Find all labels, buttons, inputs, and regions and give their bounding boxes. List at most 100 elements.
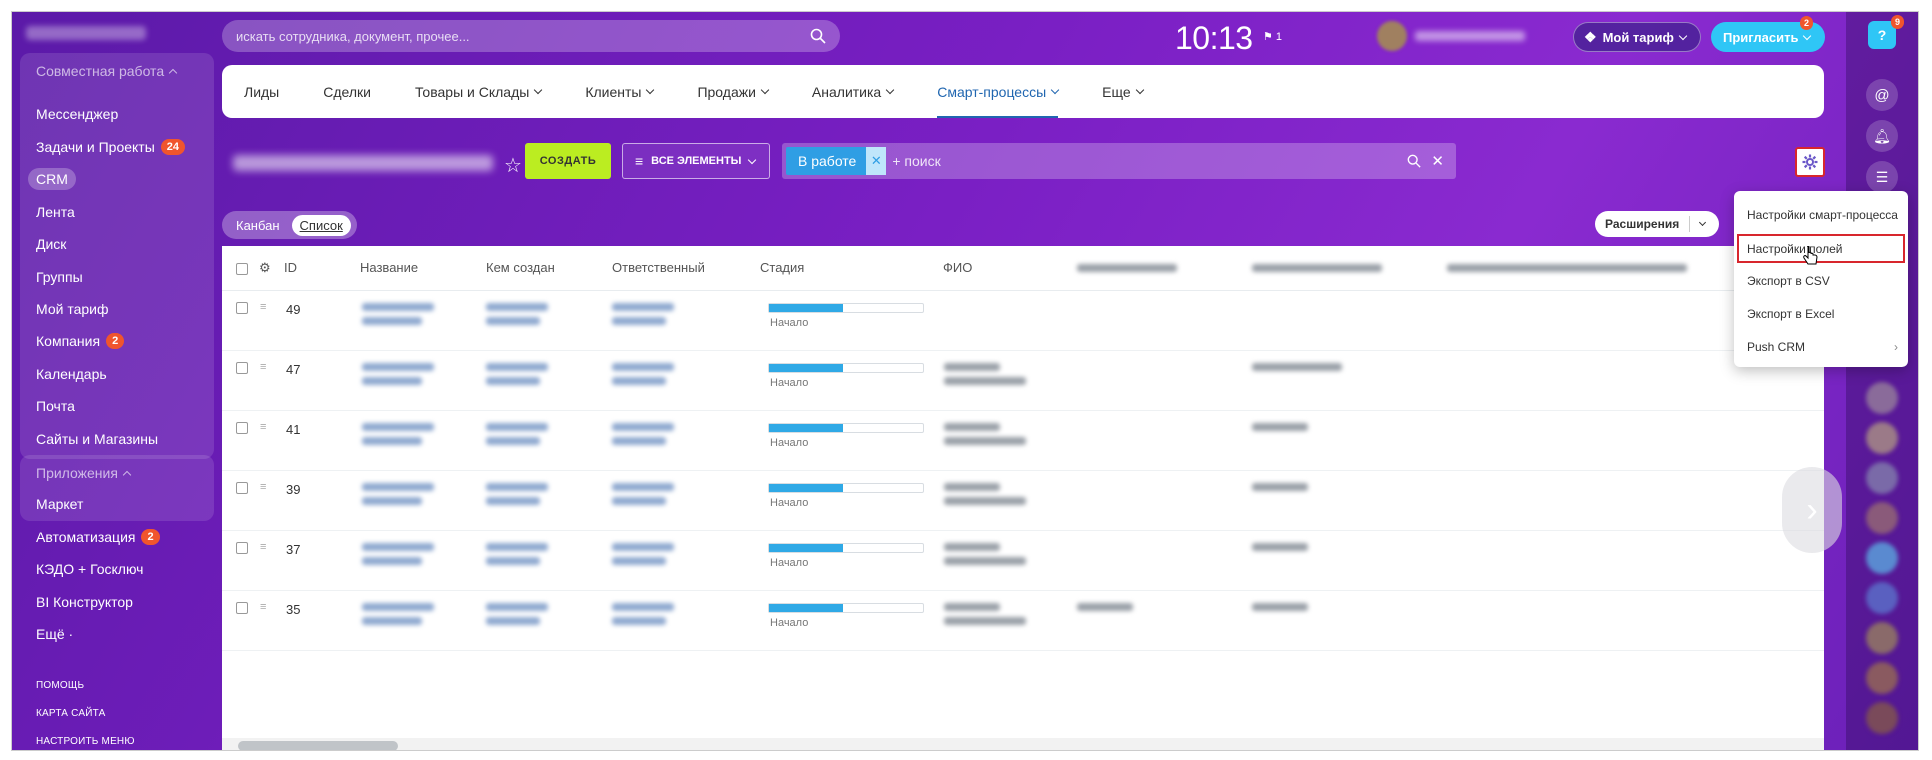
drag-handle-icon[interactable]: ≡ [260,542,274,553]
contact-avatar[interactable] [1866,702,1898,734]
horizontal-scrollbar[interactable] [222,738,1824,750]
sidebar-item-feed[interactable]: Лента [36,201,75,223]
search-icon[interactable] [1407,154,1422,168]
menu-item-export-csv[interactable]: Экспорт в CSV [1734,265,1908,298]
row-responsible[interactable] [612,363,674,371]
menu-item-push-crm[interactable]: Push CRM › [1734,331,1908,364]
row-name[interactable] [362,437,422,445]
sidebar-item-calendar[interactable]: Календарь [36,363,107,385]
nav-clients[interactable]: Клиенты [585,65,655,118]
my-tariff-button[interactable]: ❖ Мой тариф [1573,22,1701,52]
column-stage[interactable]: Стадия [760,246,804,290]
drag-handle-icon[interactable]: ≡ [260,362,274,373]
column-created-by[interactable]: Кем создан [486,246,555,290]
table-row[interactable]: ≡ 39 Начало [222,471,1824,531]
sidebar-item-more[interactable]: Ещё · [36,623,73,645]
row-created-by[interactable] [486,363,548,371]
row-name[interactable] [362,543,434,551]
sidebar-item-company[interactable]: Компания 2 [36,330,125,352]
clear-icon[interactable]: ✕ [1431,152,1444,170]
contact-avatar[interactable] [1866,382,1898,414]
sidebar-item-sites[interactable]: Сайты и Магазины [36,428,158,450]
row-responsible[interactable] [612,497,666,505]
column-fio[interactable]: ФИО [943,246,972,290]
sidebar-group-header[interactable]: Совместная работа [20,53,214,83]
drag-handle-icon[interactable]: ≡ [260,422,274,433]
row-responsible[interactable] [612,603,674,611]
column-header-hidden[interactable] [1077,264,1177,272]
stage-progress-bar[interactable] [768,543,924,553]
menu-item-smart-process-settings[interactable]: Настройки смарт-процесса [1734,199,1908,232]
nav-more[interactable]: Еще [1102,65,1144,118]
column-header-hidden[interactable] [1252,264,1382,272]
chat-button[interactable]: ☰ [1866,161,1898,193]
row-name[interactable] [362,377,422,385]
row-name[interactable] [362,303,434,311]
select-all-checkbox[interactable] [236,263,248,275]
table-row[interactable]: ≡ 35 Начало [222,591,1824,651]
table-row[interactable]: ≡ 37 Начало [222,531,1824,591]
table-row[interactable]: ≡ 49 Начало [222,291,1824,351]
sidebar-item-crm[interactable]: CRM [28,168,76,190]
sidebar-item-tasks[interactable]: Задачи и Проекты 24 [36,136,186,158]
sitemap-link[interactable]: КАРТА САЙТА [36,708,105,719]
row-responsible[interactable] [612,303,674,311]
user-menu[interactable] [1377,21,1557,51]
row-name[interactable] [362,617,422,625]
help-link[interactable]: ПОМОЩЬ [36,680,84,691]
contact-avatar[interactable] [1866,582,1898,614]
row-created-by[interactable] [486,617,540,625]
row-created-by[interactable] [486,303,548,311]
column-settings-icon[interactable]: ⚙ [259,246,271,290]
contact-avatar[interactable] [1866,462,1898,494]
contact-avatar[interactable] [1866,502,1898,534]
row-responsible[interactable] [612,483,674,491]
tab-list[interactable]: Список [291,214,351,236]
drag-handle-icon[interactable]: ≡ [260,602,274,613]
settings-gear-button[interactable] [1795,147,1825,177]
stage-progress-bar[interactable] [768,303,924,313]
menu-item-field-settings[interactable]: Настройки полей [1737,234,1905,263]
star-icon[interactable]: ☆ [504,153,522,178]
row-checkbox[interactable] [236,422,248,434]
search-input[interactable] [236,28,810,44]
help-button[interactable]: ? 9 [1868,15,1904,49]
row-created-by[interactable] [486,497,540,505]
stage-progress-bar[interactable] [768,603,924,613]
row-name[interactable] [362,423,434,431]
configure-menu-link[interactable]: НАСТРОИТЬ МЕНЮ [36,736,135,747]
column-name[interactable]: Название [360,246,418,290]
row-responsible[interactable] [612,617,666,625]
row-name[interactable] [362,603,434,611]
invite-button[interactable]: Пригласить 2 [1711,16,1825,52]
stage-progress-bar[interactable] [768,363,924,373]
column-responsible[interactable]: Ответственный [612,246,705,290]
nav-leads[interactable]: Лиды [244,65,279,118]
flag-icon[interactable]: ⚑ 1 [1263,30,1282,43]
nav-sales[interactable]: Продажи [697,65,770,118]
sidebar-item-bi[interactable]: BI Конструктор [36,591,133,613]
notifications-button[interactable]: 🔔︎ [1866,120,1898,152]
global-search[interactable] [222,20,840,52]
drag-handle-icon[interactable]: ≡ [260,302,274,313]
row-created-by[interactable] [486,557,540,565]
row-responsible[interactable] [612,557,666,565]
column-id[interactable]: ID [284,246,297,290]
sidebar-item-mail[interactable]: Почта [36,395,75,417]
sidebar-item-messenger[interactable]: Мессенджер [36,103,118,125]
column-header-hidden[interactable] [1447,264,1687,272]
filter-chip[interactable]: В работе ✕ [786,147,887,175]
row-created-by[interactable] [486,423,548,431]
nav-analytics[interactable]: Аналитика [812,65,895,118]
row-checkbox[interactable] [236,542,248,554]
stage-progress-bar[interactable] [768,483,924,493]
sidebar-item-my-tariff[interactable]: Мой тариф [36,298,108,320]
row-checkbox[interactable] [236,602,248,614]
row-created-by[interactable] [486,377,540,385]
row-created-by[interactable] [486,483,548,491]
filter-search-input[interactable] [892,153,1408,169]
row-responsible[interactable] [612,423,674,431]
sidebar-item-market[interactable]: Маркет [36,493,83,515]
nav-deals[interactable]: Сделки [323,65,371,118]
sidebar-item-disk[interactable]: Диск [36,233,66,255]
